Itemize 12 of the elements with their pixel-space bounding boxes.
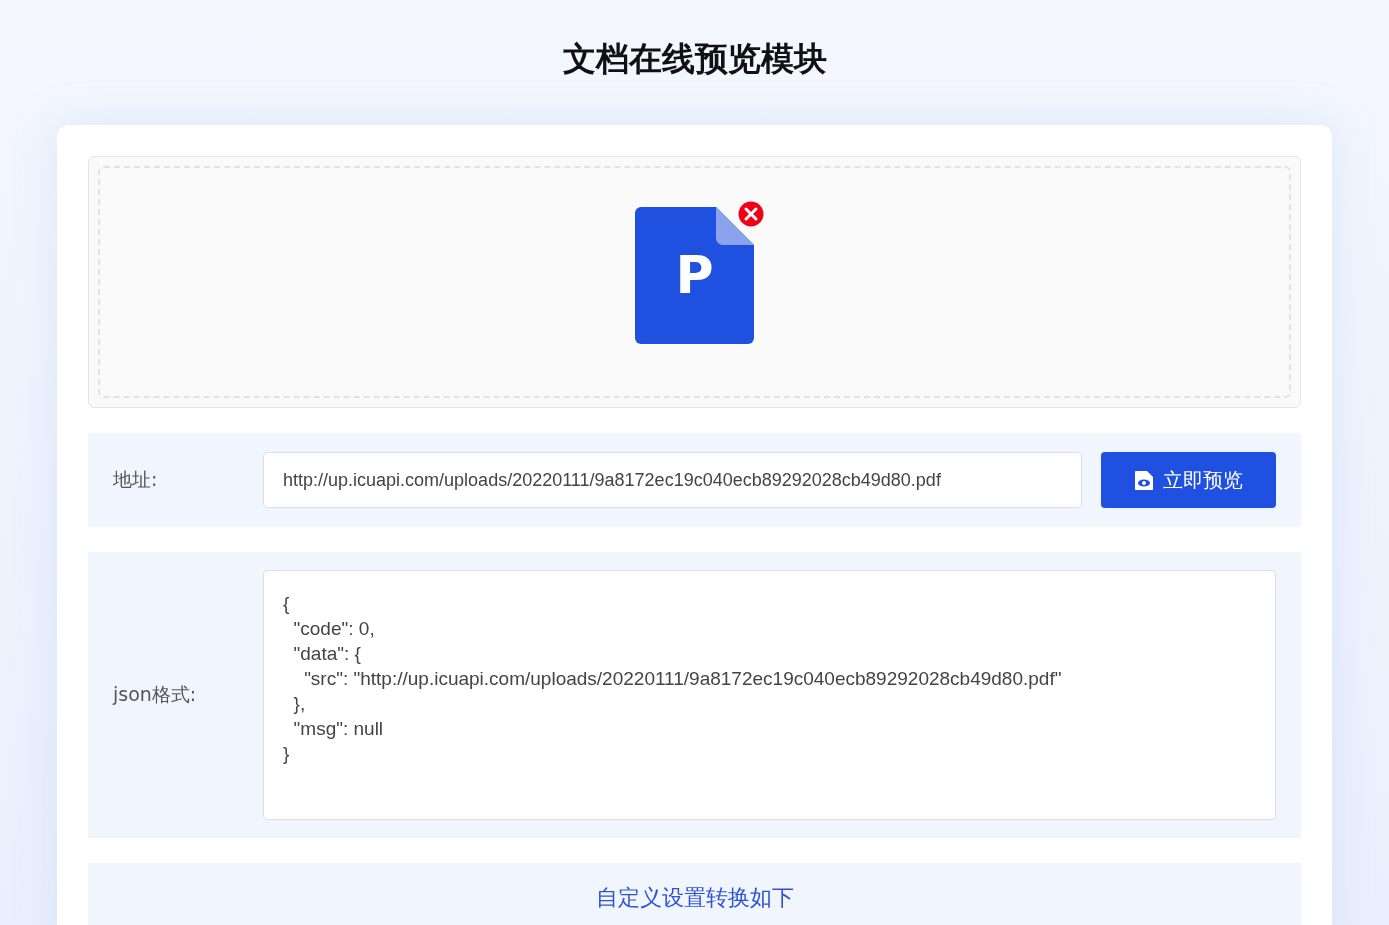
upload-area[interactable]: P [88, 156, 1301, 408]
eye-document-icon [1134, 470, 1153, 490]
page-title: 文档在线预览模块 [562, 38, 827, 80]
document-file-icon [635, 206, 754, 344]
address-label: 地址: [112, 467, 159, 492]
preview-button[interactable]: 立即预览 [1101, 452, 1276, 508]
close-icon[interactable] [738, 200, 764, 227]
address-input[interactable]: http://up.icuapi.com/uploads/20220111/9a8172ec19c040ecb89292028cb49d80.pdf [263, 452, 1082, 508]
json-label: json格式: [111, 682, 198, 707]
custom-settings-link[interactable]: 自定义设置转换如下 [595, 883, 794, 913]
file-type-letter: P [674, 244, 715, 305]
json-textarea[interactable]: { "code": 0, "data": { "src": "http://up.icuapi.com/uploads/20220111/9a8172ec19c040ecb89292028cb49d80.pdf" }, "msg": null } [263, 570, 1276, 820]
